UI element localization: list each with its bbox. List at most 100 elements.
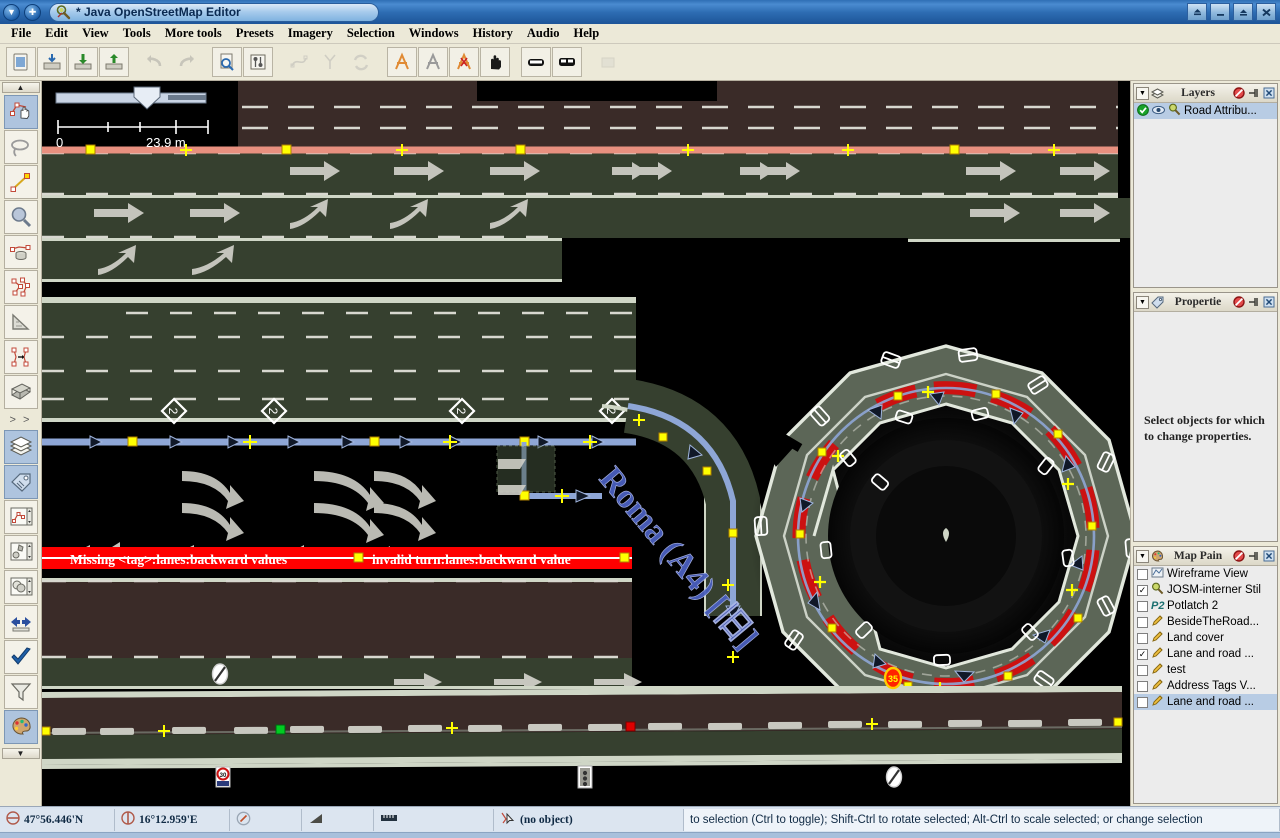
style-checkbox[interactable] bbox=[1137, 664, 1148, 676]
properties-panel-menu-button[interactable]: ▼ bbox=[1136, 295, 1149, 309]
rail-scroll-up-button[interactable]: ▲ bbox=[1, 82, 40, 93]
window-title-pill: * Java OpenStreetMap Editor bbox=[49, 2, 379, 22]
style-checkbox[interactable]: ✓ bbox=[1137, 584, 1148, 596]
lane-tool-c-button[interactable] bbox=[449, 47, 479, 77]
latitude-value: 47°56.446'N bbox=[24, 813, 84, 826]
building-tool[interactable] bbox=[3, 375, 38, 409]
menu-history[interactable]: History bbox=[466, 24, 520, 43]
pin-dialog-icon[interactable] bbox=[1247, 296, 1260, 309]
layer-road-attributes[interactable]: Road Attribu... bbox=[1134, 103, 1277, 119]
layers-panel-menu-button[interactable]: ▼ bbox=[1136, 86, 1149, 100]
window-minimize-button[interactable] bbox=[1210, 3, 1230, 21]
window-close-button[interactable] bbox=[1256, 3, 1276, 21]
relations-dialog-toggle[interactable] bbox=[3, 535, 38, 569]
improve-way-accuracy-tool[interactable] bbox=[3, 340, 38, 374]
redo-button[interactable] bbox=[171, 47, 201, 77]
misc-button[interactable] bbox=[593, 47, 623, 77]
style-potlatch-2[interactable]: P2 Potlatch 2 bbox=[1134, 598, 1277, 614]
window-maximize-button[interactable] bbox=[1233, 3, 1253, 21]
menu-presets[interactable]: Presets bbox=[229, 24, 281, 43]
new-layer-button[interactable] bbox=[6, 47, 36, 77]
window-roll-up-button[interactable] bbox=[1187, 3, 1207, 21]
menu-audio[interactable]: Audio bbox=[520, 24, 567, 43]
preferences-button[interactable] bbox=[243, 47, 273, 77]
zoom-tool[interactable] bbox=[3, 200, 38, 234]
search-button[interactable] bbox=[212, 47, 242, 77]
style-test[interactable]: test bbox=[1134, 662, 1277, 678]
style-address-tags[interactable]: Address Tags V... bbox=[1134, 678, 1277, 694]
lasso-tool[interactable] bbox=[3, 130, 38, 164]
scale-min-label: 0 bbox=[56, 135, 63, 150]
menu-more-tools[interactable]: More tools bbox=[158, 24, 229, 43]
close-dialog-icon[interactable] bbox=[1262, 87, 1275, 100]
window-menu-button[interactable]: ▼ bbox=[3, 3, 20, 21]
style-checkbox[interactable] bbox=[1137, 680, 1148, 692]
menu-tools[interactable]: Tools bbox=[116, 24, 158, 43]
upload-data-button[interactable] bbox=[99, 47, 129, 77]
bottom-scroll-strip[interactable] bbox=[0, 832, 1280, 838]
delete-tool[interactable] bbox=[3, 235, 38, 269]
download-data-button[interactable] bbox=[68, 47, 98, 77]
menu-edit[interactable]: Edit bbox=[38, 24, 75, 43]
pin-dialog-icon[interactable] bbox=[1247, 87, 1260, 100]
selection-dialog-toggle[interactable] bbox=[3, 500, 38, 534]
lane-tool-a-button[interactable] bbox=[387, 47, 417, 77]
menu-windows[interactable]: Windows bbox=[402, 24, 466, 43]
car-profile-button[interactable] bbox=[521, 47, 551, 77]
menu-help[interactable]: Help bbox=[567, 24, 607, 43]
style-checkbox[interactable] bbox=[1137, 616, 1148, 628]
filter-dialog-toggle[interactable] bbox=[3, 675, 38, 709]
style-lane-and-road-2[interactable]: Lane and road ... bbox=[1134, 694, 1277, 710]
properties-dialog-toggle[interactable] bbox=[3, 465, 38, 499]
menu-selection[interactable]: Selection bbox=[340, 24, 402, 43]
green-check-icon[interactable] bbox=[1137, 103, 1149, 119]
rail-scroll-down-button[interactable]: ▼ bbox=[1, 748, 40, 759]
conflict-dialog-toggle[interactable] bbox=[3, 605, 38, 639]
draw-nodes-tool[interactable] bbox=[3, 165, 38, 199]
style-checkbox[interactable]: ✓ bbox=[1137, 648, 1148, 660]
style-label: Wireframe View bbox=[1167, 568, 1248, 580]
latitude-circle-icon bbox=[6, 811, 20, 828]
undo-button[interactable] bbox=[140, 47, 170, 77]
layers-dialog-toggle[interactable] bbox=[3, 430, 38, 464]
history-dialog-toggle[interactable] bbox=[3, 570, 38, 604]
combine-way-button[interactable] bbox=[315, 47, 345, 77]
bus-profile-button[interactable] bbox=[552, 47, 582, 77]
style-besidetheroad[interactable]: BesideTheRoad... bbox=[1134, 614, 1277, 630]
menu-view[interactable]: View bbox=[75, 24, 116, 43]
pin-dialog-icon[interactable] bbox=[1247, 550, 1260, 563]
cursor-object-icon bbox=[500, 810, 516, 829]
style-checkbox[interactable] bbox=[1137, 696, 1148, 708]
style-label: Lane and road ... bbox=[1167, 696, 1254, 708]
window-shade-button[interactable]: ✚ bbox=[24, 3, 41, 21]
eye-icon[interactable] bbox=[1152, 105, 1165, 118]
delete-layer-icon[interactable] bbox=[1232, 87, 1245, 100]
menu-imagery[interactable]: Imagery bbox=[281, 24, 340, 43]
map-canvas[interactable]: 2 2 2 2 Roma (A4) [旧] Missing <tag>:lane… bbox=[42, 81, 1130, 806]
lasso-icon bbox=[10, 139, 29, 157]
style-checkbox[interactable] bbox=[1137, 568, 1148, 580]
delete-style-icon[interactable] bbox=[1232, 550, 1245, 563]
map-paint-panel-menu-button[interactable]: ▼ bbox=[1136, 549, 1149, 563]
pan-hand-button[interactable] bbox=[480, 47, 510, 77]
extrude-tool[interactable] bbox=[3, 305, 38, 339]
close-dialog-icon[interactable] bbox=[1262, 296, 1275, 309]
select-tool[interactable] bbox=[3, 95, 38, 129]
open-file-button[interactable] bbox=[37, 47, 67, 77]
lane-tool-b-button[interactable] bbox=[418, 47, 448, 77]
validator-dialog-toggle[interactable] bbox=[3, 640, 38, 674]
style-josm-internal[interactable]: ✓ JOSM-interner Stil bbox=[1134, 582, 1277, 598]
parallel-way-tool[interactable] bbox=[3, 270, 38, 304]
close-dialog-icon[interactable] bbox=[1262, 550, 1275, 563]
menu-file[interactable]: File bbox=[4, 24, 38, 43]
style-wireframe-view[interactable]: Wireframe View bbox=[1134, 566, 1277, 582]
style-land-cover[interactable]: Land cover bbox=[1134, 630, 1277, 646]
rail-overflow[interactable]: > > bbox=[10, 410, 32, 430]
style-checkbox[interactable] bbox=[1137, 600, 1148, 612]
style-checkbox[interactable] bbox=[1137, 632, 1148, 644]
split-way-button[interactable] bbox=[284, 47, 314, 77]
delete-tag-icon[interactable] bbox=[1232, 296, 1245, 309]
map-paint-dialog-toggle[interactable] bbox=[3, 710, 38, 744]
style-lane-and-road-1[interactable]: ✓ Lane and road ... bbox=[1134, 646, 1277, 662]
reverse-way-button[interactable] bbox=[346, 47, 376, 77]
